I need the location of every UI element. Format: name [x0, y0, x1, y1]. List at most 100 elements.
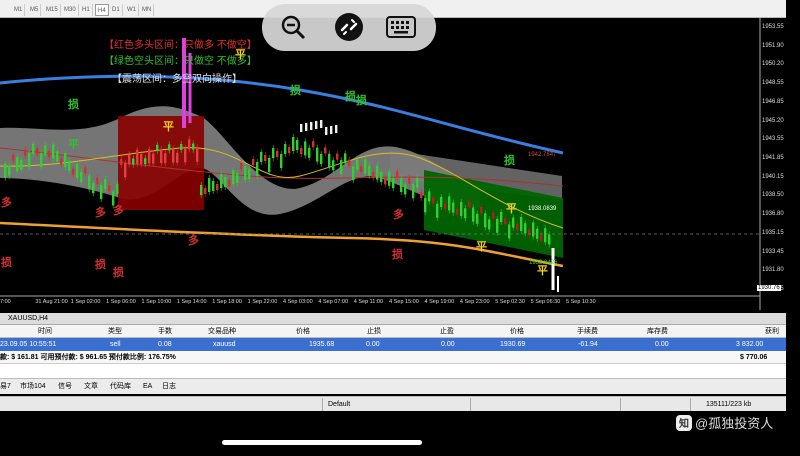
column-take-profit[interactable]: 止盈: [440, 325, 454, 338]
column-lots[interactable]: 手数: [158, 325, 172, 338]
table-row[interactable]: 23.09.05 10:55:51 sell 0.08 xauusd 1935.…: [0, 338, 786, 351]
price-axis-label: 1935.15: [762, 229, 784, 236]
cell-current-price: 1930.69: [500, 341, 526, 348]
tab-journal[interactable]: 日志: [162, 382, 176, 392]
flat-mark: 平: [537, 265, 548, 277]
keyboard-button[interactable]: [384, 10, 418, 44]
candle: [320, 120, 323, 128]
price-axis-label: 1936.80: [762, 211, 784, 218]
cell-swap: 0.00: [655, 341, 669, 348]
timeframe-d1[interactable]: D1: [110, 4, 123, 16]
candle: [325, 127, 328, 135]
timeframe-h4[interactable]: H4: [95, 4, 109, 16]
time-axis-label: 7:00: [0, 299, 11, 305]
long-mark: 多: [1, 197, 12, 209]
timeframe-m15[interactable]: M15: [44, 4, 61, 16]
tab-signals[interactable]: 信号: [58, 382, 72, 392]
keyboard-icon: [386, 16, 416, 38]
loss-mark: 损: [1, 257, 12, 269]
cell-price: 1935.68: [309, 341, 335, 348]
flat-mark: 平: [163, 121, 174, 133]
loss-mark: 损: [95, 259, 106, 271]
long-mark: 多: [188, 235, 199, 247]
tab-articles[interactable]: 文章: [84, 382, 98, 392]
time-axis-label: 1 Sep 18:00: [212, 299, 242, 305]
cell-symbol: xauusd: [213, 341, 236, 348]
price-axis-label: 1931.80: [762, 267, 784, 274]
price-axis-label: 1945.20: [762, 117, 784, 124]
zhihu-logo-icon: 知: [676, 414, 692, 431]
column-price[interactable]: 价格: [296, 325, 310, 338]
price-axis-label: 1943.55: [762, 136, 784, 143]
tab-trade[interactable]: 易7: [0, 382, 11, 392]
column-commission[interactable]: 手续费: [577, 325, 598, 338]
column-current-price[interactable]: 价格: [510, 325, 524, 338]
candle: [305, 123, 308, 131]
time-axis-label: 4 Sep 11:00: [353, 299, 384, 305]
cell-take-profit: 0.00: [441, 341, 455, 348]
loss-mark: 损: [504, 155, 515, 167]
time-axis-label: 1 Sep 02:00: [70, 299, 101, 305]
time-axis-label: 4 Sep 19:00: [424, 299, 455, 305]
candle: [330, 126, 333, 134]
balance-summary: 款: $ 161.81 可用预付款: $ 961.65 预付款比例: 176.7…: [0, 354, 176, 361]
column-swap[interactable]: 库存费: [647, 325, 668, 338]
flat-mark: 平: [235, 49, 246, 61]
column-time[interactable]: 时间: [38, 325, 52, 338]
price-axis-label: 1940.15: [762, 173, 784, 180]
bezel-right: [786, 0, 800, 456]
time-axis-label: 4 Sep 15:00: [389, 299, 419, 305]
terminal-tabs: 易7 市场104 信号 文章 代码库 EA 日志: [0, 378, 786, 394]
zoom-out-icon: [281, 15, 306, 40]
current-price-tag: 1930.76: [757, 285, 781, 291]
price-chart[interactable]: 1953.55 1951.90 1950.20 1948.55 1946.85 1945.…: [0, 18, 786, 310]
candle: [310, 122, 313, 130]
watermark-text: @孤独投资人: [695, 416, 774, 431]
timeframe-m30[interactable]: M30: [62, 4, 79, 16]
time-axis-label: 1 Sep 10:00: [141, 299, 172, 305]
long-mark: 多: [95, 207, 106, 219]
column-symbol[interactable]: 交易品种: [208, 325, 236, 338]
timeframe-mn[interactable]: MN: [140, 4, 155, 16]
time-axis-label: 1 Sep 22:00: [247, 299, 278, 305]
time-axis-label: 5 Sep 02:30: [495, 299, 525, 305]
candle: [335, 125, 338, 133]
upper-ma-label: 1942.7847: [528, 152, 557, 158]
timeframe-w1[interactable]: W1: [125, 4, 139, 16]
long-mark: 多: [113, 205, 124, 217]
time-axis-label: 5 Sep 06:30: [530, 299, 561, 305]
loss-mark: 损: [68, 99, 79, 111]
tab-ea[interactable]: EA: [143, 382, 152, 392]
watermark: 知 @孤独投资人: [676, 413, 773, 432]
candle: [315, 121, 318, 129]
loss-mark: 损: [290, 85, 301, 97]
balance-total: $ 770.06: [740, 354, 768, 361]
status-divider: [620, 398, 621, 411]
disconnect-icon: [335, 13, 363, 41]
column-stop-loss[interactable]: 止损: [367, 325, 381, 338]
time-axis-label: 4 Sep 07:00: [318, 299, 349, 305]
time-axis-label: 5 Sep 10:30: [566, 299, 596, 305]
time-axis-label: 1 Sep 06:00: [106, 299, 136, 305]
timeframe-h1[interactable]: H1: [80, 4, 93, 16]
zoom-out-button[interactable]: [276, 10, 310, 44]
disconnect-button[interactable]: [332, 10, 366, 44]
home-indicator[interactable]: [222, 440, 422, 445]
tab-code-base[interactable]: 代码库: [110, 382, 131, 392]
timeframe-m1[interactable]: M1: [12, 4, 26, 16]
cell-stop-loss: 0.00: [366, 341, 380, 348]
price-axis-label: 1950.20: [762, 61, 784, 68]
tab-market[interactable]: 市场104: [20, 382, 46, 392]
candle: [300, 124, 303, 132]
price-axis-label: 1941.85: [762, 155, 784, 161]
flat-mark: 平: [68, 139, 79, 151]
range-zone-note: 【震荡区间：多空双向操作】: [112, 74, 242, 85]
loss-mark: 损: [356, 95, 367, 107]
column-type[interactable]: 类型: [108, 325, 122, 338]
time-axis-label: 1 Sep 14:00: [176, 299, 207, 305]
chart-tab[interactable]: XAUUSD,H4: [0, 313, 786, 325]
price-axis-label: 1938.50: [762, 192, 784, 199]
status-bar: Default 135111/223 kb: [0, 396, 786, 411]
column-profit[interactable]: 获利: [765, 325, 779, 338]
timeframe-m5[interactable]: M5: [28, 4, 42, 16]
